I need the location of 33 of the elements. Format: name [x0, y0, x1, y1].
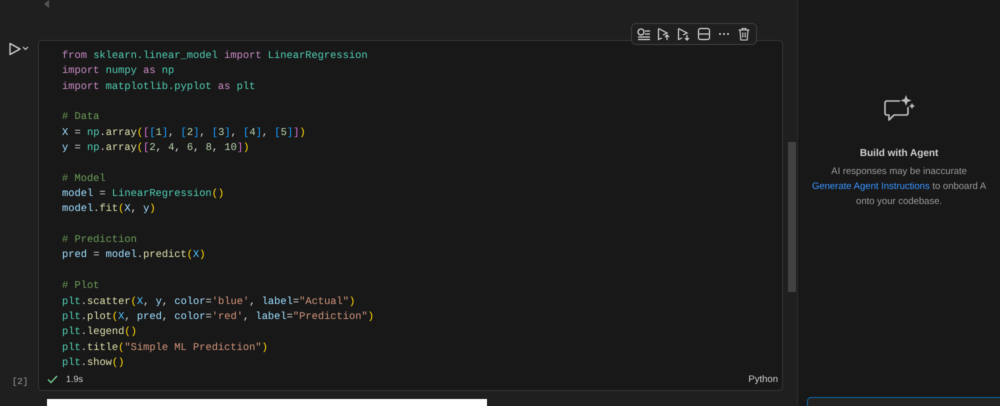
code-line: # Prediction: [62, 234, 137, 246]
code-line: y = np.array([2, 4, 6, 8, 10]): [62, 142, 250, 154]
code-line: model = LinearRegression(): [62, 188, 224, 200]
code-line: # Plot: [62, 280, 100, 292]
scrollbar-thumb[interactable]: [788, 142, 796, 292]
code-line: from sklearn.linear_model import LinearRegression: [62, 50, 368, 62]
code-line: plt.title("Simple ML Prediction"): [62, 342, 268, 354]
execution-time: 1.9s: [66, 374, 84, 384]
chat-sparkle-icon: [882, 94, 916, 124]
code-line: # Model: [62, 172, 106, 185]
code-line: import numpy as np: [62, 65, 174, 78]
variables-icon[interactable]: [636, 26, 652, 42]
code-line: plt.plot(X, pred, color='red', label="Prediction"): [62, 310, 374, 323]
code-line: model.fit(X, y): [62, 203, 156, 216]
run-below-icon[interactable]: [676, 26, 692, 42]
disclaimer-text: AI responses may be inaccurate: [831, 166, 967, 177]
language-label[interactable]: Python: [748, 374, 778, 385]
code-line: plt.legend(): [62, 326, 137, 338]
panel-title: Build with Agent: [860, 148, 938, 159]
split-cell-icon[interactable]: [696, 26, 712, 42]
execution-count: [2]: [12, 377, 28, 387]
run-cell-button[interactable]: [8, 42, 30, 56]
code-cell[interactable]: [38, 40, 783, 391]
trash-icon[interactable]: [736, 26, 752, 42]
onboard-text: Generate Agent Instructions to onboard A onto your codebase.: [812, 180, 986, 209]
code-line: pred = model.predict(X): [62, 249, 206, 262]
generate-instructions-link[interactable]: Generate Agent Instructions: [812, 181, 930, 192]
code-line: import matplotlib.pyplot as plt: [62, 80, 256, 93]
code-line: plt.scatter(X, y, color='blue', label="Actual"): [62, 296, 356, 308]
code-line: plt.show(): [62, 356, 124, 369]
run-above-icon[interactable]: [656, 26, 672, 42]
code-line: X = np.array([[1], [2], [3], [4], [5]]): [62, 126, 306, 139]
code-line: # Data: [62, 111, 100, 124]
